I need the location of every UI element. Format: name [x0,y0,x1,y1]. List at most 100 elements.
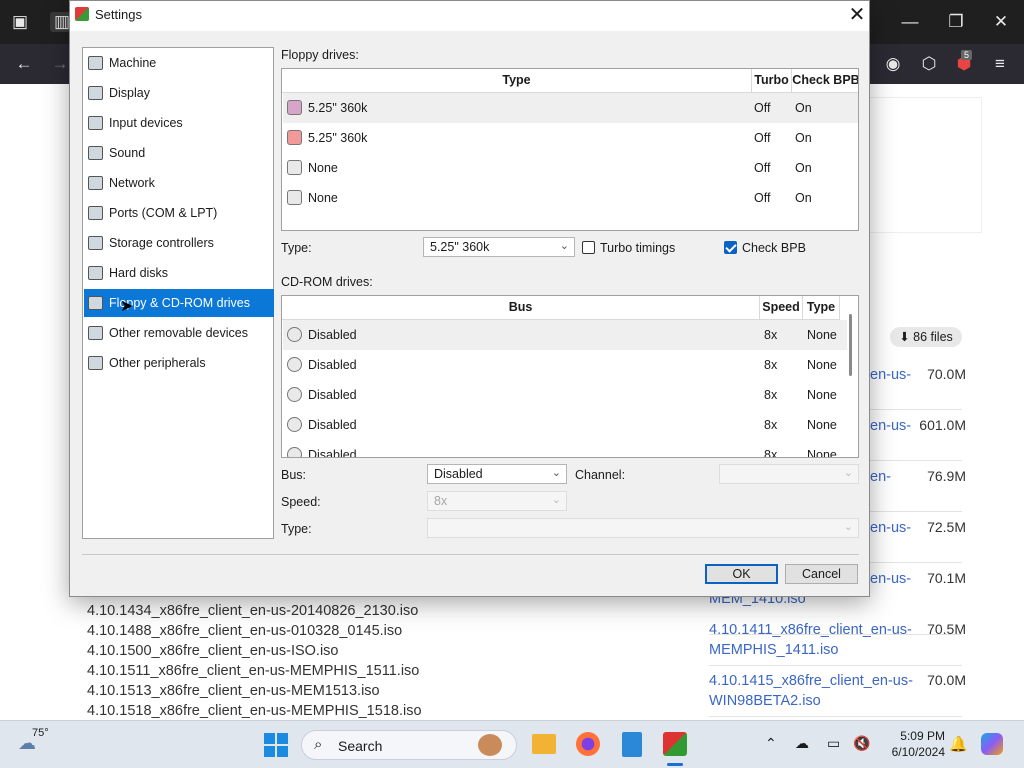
account-icon[interactable]: ◉ [881,54,905,74]
floppy-row[interactable]: None Off On [283,153,858,183]
clock-time[interactable]: 5:09 PM [885,729,945,743]
cdrom-row[interactable]: Disabled 8x None [283,320,847,350]
nav-item-label: Other removable devices [109,326,248,340]
cdrom-col-bus[interactable]: Bus [282,296,760,320]
nav-item-display[interactable]: Display [84,79,274,107]
file-link[interactable]: en- [870,467,912,487]
tab-overview-icon[interactable]: ▣ [8,12,32,32]
nav-item-sound[interactable]: Sound [84,139,274,167]
chevron-down-icon: ⌄ [551,467,561,479]
speed-select[interactable]: 8x ⌄ [427,491,567,511]
nav-item-network[interactable]: Network [84,169,274,197]
dialog-titlebar[interactable]: Settings ✕ [70,1,869,31]
cdrom-type-select[interactable]: ⌄ [427,518,859,538]
file-link[interactable]: en-us- [870,569,912,589]
machine-icon [88,56,103,70]
extensions-icon[interactable]: ⬡ [917,54,941,74]
firefox-icon[interactable] [576,732,600,756]
86box-taskbar-icon[interactable] [663,732,687,756]
file-link[interactable]: 4.10.1411_x86fre_client_en-us-MEMPHIS_14… [709,620,914,660]
file-size: 70.0M [927,672,966,688]
nav-item-floppy-cdrom[interactable]: Floppy & CD-ROM drives [84,289,274,317]
windows-start-icon[interactable] [264,733,288,757]
back-icon[interactable]: ← [12,54,36,74]
cdrom-col-type[interactable]: Type [803,296,840,320]
floppy-type-value: 5.25" 360k [430,240,490,254]
check-bpb-checkbox[interactable] [724,241,737,254]
nav-item-peripherals[interactable]: Other peripherals [84,349,274,377]
floppy-checkbpb-cell: On [795,191,812,205]
cdrom-row[interactable]: Disabled 8x None [283,410,847,440]
network-icon [88,176,103,190]
cdrom-scrollbar[interactable] [849,314,852,376]
floppy-col-type[interactable]: Type [282,69,752,93]
check-bpb-label: Check BPB [742,241,806,255]
clock-date[interactable]: 6/10/2024 [877,745,945,759]
floppy-col-turbo[interactable]: Turbo [752,69,792,93]
hard-disks-icon [88,266,103,280]
cdrom-type-cell: None [807,418,837,432]
cdrom-type-label: Type: [281,522,312,536]
file-explorer-icon[interactable] [532,734,556,754]
file-link[interactable]: en-us- [870,518,912,538]
notification-bell-icon[interactable]: 🔔 [949,735,968,753]
window-close-icon[interactable]: ✕ [989,12,1013,32]
cdrom-bus-cell: Disabled [308,328,357,342]
notepad-icon[interactable] [622,732,642,757]
files-badge[interactable]: ⬇ 86 files [890,327,962,347]
cdrom-type-cell: None [807,388,837,402]
floppy-type-select[interactable]: 5.25" 360k ⌄ [423,237,575,257]
file-row-divider [709,716,962,717]
nav-item-hard-disks[interactable]: Hard disks [84,259,274,287]
turbo-timings-checkbox[interactable] [582,241,595,254]
onedrive-icon[interactable]: ☁ [795,735,809,752]
channel-select[interactable]: ⌄ [719,464,859,484]
cdrom-row[interactable]: Disabled 8x None [283,440,847,457]
ok-button[interactable]: OK [705,564,778,584]
volume-icon[interactable]: 🔇 [853,735,870,752]
minimize-icon[interactable]: — [898,12,922,32]
cdrom-drive-icon [287,327,302,342]
floppy-drive-icon [287,100,302,115]
file-link[interactable]: 4.10.1500_x86fre_client_en-us-ISO.iso [87,643,339,659]
close-icon[interactable]: ✕ [846,3,868,27]
file-size: 70.0M [927,366,966,382]
floppy-row[interactable]: 5.25" 360k Off On [283,93,858,123]
file-link[interactable]: 4.10.1513_x86fre_client_en-us-MEM1513.is… [87,683,380,699]
nav-item-machine[interactable]: Machine [84,49,274,77]
nav-item-ports[interactable]: Ports (COM & LPT) [84,199,274,227]
file-link[interactable]: 4.10.1434_x86fre_client_en-us-20140826_2… [87,603,418,619]
menu-icon[interactable]: ≡ [988,54,1012,74]
nav-item-input-devices[interactable]: Input devices [84,109,274,137]
tray-chevron-up-icon[interactable]: ⌃ [765,735,777,752]
network-tray-icon[interactable]: ▭ [827,735,840,752]
floppy-cdrom-icon [88,296,103,310]
taskbar-search[interactable]: ⌕ Search [301,730,517,760]
file-link[interactable]: en-us- [870,416,912,436]
nav-item-removable-devices[interactable]: Other removable devices [84,319,274,347]
floppy-row[interactable]: None Off On [283,183,858,213]
cdrom-row[interactable]: Disabled 8x None [283,380,847,410]
nav-item-storage-controllers[interactable]: Storage controllers [84,229,274,257]
restore-icon[interactable]: ❐ [944,12,968,32]
file-link[interactable]: 4.10.1511_x86fre_client_en-us-MEMPHIS_15… [87,663,419,679]
floppy-type-cell: None [308,191,338,205]
file-link[interactable]: 4.10.1415_x86fre_client_en-us-WIN98BETA2… [709,671,914,711]
floppy-row[interactable]: 5.25" 360k Off On [283,123,858,153]
floppy-checkbpb-cell: On [795,131,812,145]
file-size: 70.1M [927,570,966,586]
cancel-button[interactable]: Cancel [785,564,858,584]
floppy-col-checkbpb[interactable]: Check BPB [792,69,858,93]
file-link[interactable]: en-us- [870,365,912,385]
file-link[interactable]: 4.10.1488_x86fre_client_en-us-010328_014… [87,623,402,639]
cdrom-speed-cell: 8x [764,388,778,402]
cdrom-row[interactable]: Disabled 8x None [283,350,847,380]
chevron-down-icon: ⌄ [843,521,853,533]
copilot-icon[interactable] [981,733,1003,755]
file-link[interactable]: 4.10.1518_x86fre_client_en-us-MEMPHIS_15… [87,703,422,719]
cdrom-col-speed[interactable]: Speed [760,296,803,320]
settings-nav-list: Machine Display Input devices Sound Network P… [82,47,274,539]
bus-select[interactable]: Disabled ⌄ [427,464,567,484]
cdrom-bus-cell: Disabled [308,358,357,372]
file-size: 76.9M [927,468,966,484]
